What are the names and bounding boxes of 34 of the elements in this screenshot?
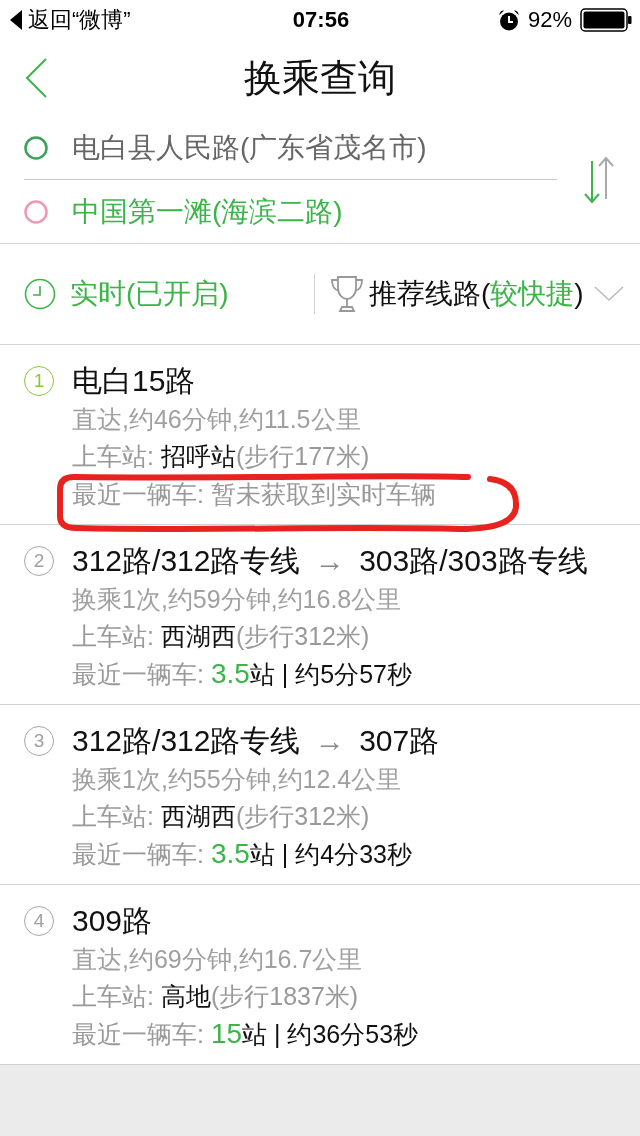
next-bus-line: 最近一辆车: 3.5站 | 约5分57秒: [72, 657, 413, 691]
back-chevron-icon[interactable]: [24, 57, 48, 99]
clock-icon: [24, 278, 56, 310]
battery-icon: [580, 8, 632, 32]
back-to-app-link[interactable]: 返回“微博”: [10, 5, 131, 35]
boarding-stop-line: 上车站: 西湖西(步行312米): [72, 801, 371, 832]
alarm-clock-icon: [497, 9, 520, 31]
back-triangle-icon: [10, 10, 22, 30]
route-summary: 换乘1次,约55分钟,约12.4公里: [72, 764, 403, 795]
boarding-stop-line: 上车站: 高地(步行1837米): [72, 981, 360, 1012]
route-summary: 换乘1次,约59分钟,约16.8公里: [72, 584, 403, 615]
route-title: 312路/312路专线 → 307路: [72, 723, 440, 759]
route-summary: 直达,约69分钟,约16.7公里: [72, 944, 364, 975]
chevron-down-icon: [593, 286, 624, 302]
next-bus-line: 最近一辆车: 暂未获取到实时车辆: [72, 479, 436, 510]
battery-percent: 92%: [527, 7, 572, 33]
route-item[interactable]: 1 电白15路 直达,约46分钟,约11.5公里 上车站: 招呼站(步行177米) 最近一辆车: 暂未获取到实时车辆: [0, 345, 640, 525]
trophy-icon: [329, 274, 365, 314]
route-item[interactable]: 2 312路/312路专线 → 303路/303路专线 换乘1次,约59分钟,约16.8公里 上车站: 西湖西(步行312米) 最近一辆车: 3.5站 | 约5分57秒: [0, 525, 640, 705]
start-point-field[interactable]: 电白县人民路(广东省茂名市): [72, 128, 427, 167]
page-title: 换乘查询: [244, 55, 396, 101]
boarding-stop-line: 上车站: 招呼站(步行177米): [72, 441, 371, 472]
route-summary: 直达,约46分钟,约11.5公里: [72, 404, 362, 435]
route-sort-dropdown[interactable]: 推荐线路(较快捷): [329, 274, 624, 314]
route-title: 309路: [72, 903, 154, 939]
route-title: 312路/312路专线 → 303路/303路专线: [72, 543, 588, 579]
swap-arrows-icon[interactable]: [581, 154, 616, 205]
route-item[interactable]: 4 309路 直达,约69分钟,约16.7公里 上车站: 高地(步行1837米) 最近一辆车: 15站 | 约36分53秒: [0, 885, 640, 1065]
route-item[interactable]: 3 312路/312路专线 → 307路 换乘1次,约55分钟,约12.4公里 上车站: 西湖西(步行312米) 最近一辆车: 3.5站 | 约4分33秒: [0, 705, 640, 885]
status-time: 07:56: [292, 7, 350, 33]
next-bus-line: 最近一辆车: 3.5站 | 约4分33秒: [72, 837, 413, 871]
next-bus-line: 最近一辆车: 15站 | 约36分53秒: [72, 1017, 419, 1051]
route-title: 电白15路: [72, 363, 197, 399]
boarding-stop-line: 上车站: 西湖西(步行312米): [72, 621, 371, 652]
